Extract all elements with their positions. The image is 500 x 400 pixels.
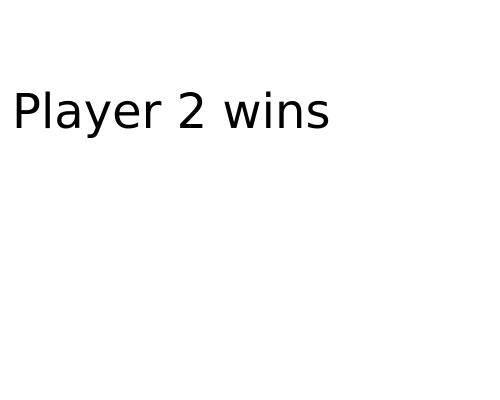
winner-message: Player 2 wins bbox=[12, 84, 331, 140]
game-over-screen: Player 2 wins bbox=[0, 0, 500, 400]
